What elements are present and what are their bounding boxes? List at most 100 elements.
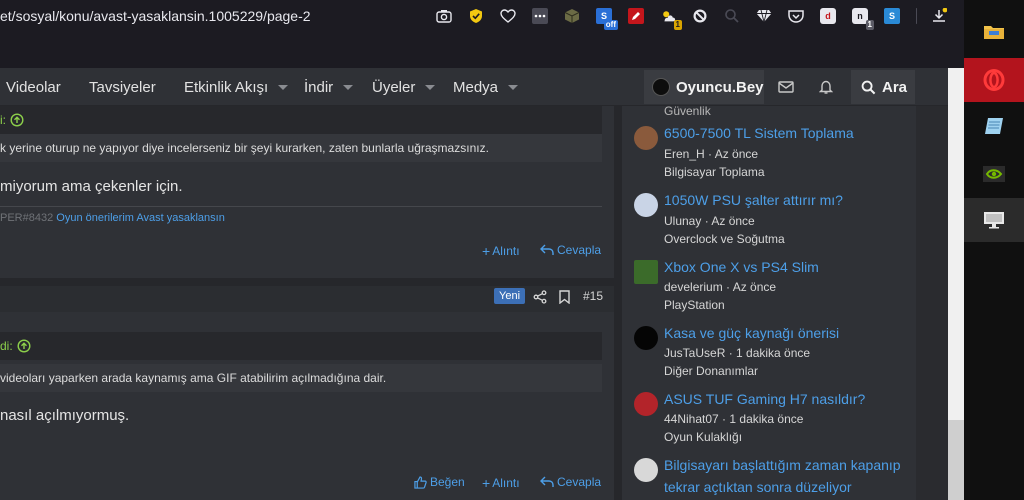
caret-down-icon bbox=[278, 84, 289, 90]
arrow-up-circle-icon[interactable] bbox=[17, 339, 31, 353]
quote-button[interactable]: + Alıntı bbox=[482, 243, 520, 259]
list-item: Kasa ve güç kaynağı önerisi JusTaUseR · … bbox=[630, 324, 920, 384]
address-bar-url[interactable]: et/sosyal/konu/avast-yasaklansin.1005229… bbox=[0, 8, 311, 24]
pocket-icon[interactable] bbox=[788, 8, 804, 24]
thread-category[interactable]: Overclock ve Soğutma bbox=[664, 232, 785, 246]
screen: et/sosyal/konu/avast-yasaklansin.1005229… bbox=[0, 0, 1024, 500]
avatar[interactable] bbox=[634, 392, 658, 416]
search-label: Ara bbox=[882, 78, 908, 96]
signature: PER#8432 Oyun önerilerim Avast yasaklans… bbox=[0, 212, 225, 224]
alerts-button[interactable] bbox=[806, 70, 846, 104]
quote-author-suffix: i: bbox=[0, 113, 6, 127]
thread-meta: 44Nihat07 · 1 dakika önce bbox=[664, 412, 804, 426]
nvidia-icon bbox=[983, 166, 1005, 182]
sih-extension-icon[interactable]: S off bbox=[596, 8, 618, 30]
list-item: Bilgisayarı başlattığım zaman kapanıp te… bbox=[630, 456, 920, 500]
thread-author[interactable]: 44Nihat07 bbox=[664, 412, 719, 426]
n-extension-icon[interactable]: n 1 bbox=[852, 8, 874, 30]
taskbar-nvidia[interactable] bbox=[964, 152, 1024, 196]
post-number[interactable]: #15 bbox=[583, 289, 603, 303]
thread-category[interactable]: Oyun Kulaklığı bbox=[664, 430, 742, 444]
taskbar-opera[interactable] bbox=[964, 58, 1024, 102]
download-icon[interactable] bbox=[931, 8, 947, 24]
avatar[interactable] bbox=[634, 260, 658, 284]
bookmark-icon[interactable] bbox=[559, 290, 570, 304]
search-button[interactable]: Ara bbox=[851, 70, 915, 104]
nav-item-uyeler[interactable]: Üyeler bbox=[372, 68, 436, 106]
thread-meta: Eren_H · Az önce bbox=[664, 147, 759, 161]
signature-link-oyun-onerilerim[interactable]: Oyun önerilerim bbox=[56, 212, 134, 224]
nav-label: Üyeler bbox=[372, 78, 416, 96]
nav-label: Etkinlik Akışı bbox=[184, 78, 269, 96]
thread-title-link[interactable]: ASUS TUF Gaming H7 nasıldır? bbox=[664, 390, 865, 408]
search-icon bbox=[861, 80, 876, 94]
thread-author[interactable]: JusTaUseR bbox=[664, 346, 725, 360]
reply-icon bbox=[540, 244, 554, 255]
thread-title-link[interactable]: Bilgisayarı başlattığım zaman kapanıp bbox=[664, 456, 901, 474]
caret-down-icon bbox=[425, 84, 436, 90]
share-icon[interactable] bbox=[533, 290, 547, 304]
pen-icon[interactable] bbox=[628, 8, 644, 24]
nav-item-medya[interactable]: Medya bbox=[453, 68, 519, 106]
scrollbar-thumb[interactable] bbox=[948, 420, 964, 500]
s-extension-icon[interactable]: S bbox=[884, 8, 900, 24]
thread-category[interactable]: Bilgisayar Toplama bbox=[664, 165, 765, 179]
thread-author[interactable]: develerium bbox=[664, 280, 723, 294]
shield-check-icon[interactable] bbox=[468, 8, 484, 24]
diamond-icon[interactable] bbox=[756, 8, 772, 24]
screenshot-icon[interactable] bbox=[436, 8, 452, 24]
list-item: ASUS TUF Gaming H7 nasıldır? 44Nihat07 ·… bbox=[630, 390, 920, 450]
new-badge: Yeni bbox=[494, 288, 526, 304]
heart-icon[interactable] bbox=[500, 8, 516, 24]
thread-category[interactable]: PlayStation bbox=[664, 298, 725, 312]
thread-category[interactable]: Diğer Donanımlar bbox=[664, 364, 758, 378]
nav-item-etkinlik-akisi[interactable]: Etkinlik Akışı bbox=[184, 68, 289, 106]
divider-icon bbox=[916, 8, 917, 24]
quote-button[interactable]: + Alıntı bbox=[482, 475, 520, 491]
user-menu[interactable]: Oyuncu.Bey bbox=[644, 70, 764, 104]
username: Oyuncu.Bey bbox=[676, 78, 764, 96]
block-icon[interactable] bbox=[692, 8, 708, 24]
folder-icon bbox=[984, 26, 1004, 39]
thread-title-link[interactable]: Kasa ve güç kaynağı önerisi bbox=[664, 324, 839, 342]
quote-body: videoları yaparken arada kaynamış ama GI… bbox=[0, 364, 602, 392]
like-button[interactable]: Beğen bbox=[414, 475, 465, 489]
inbox-button[interactable] bbox=[766, 70, 806, 104]
monitor-icon bbox=[984, 212, 1004, 229]
browser-toolbar: et/sosyal/konu/avast-yasaklansin.1005229… bbox=[0, 0, 977, 68]
signature-link-avast-yasaklansin[interactable]: Avast yasaklansın bbox=[136, 212, 224, 224]
sih-badge: off bbox=[603, 20, 618, 30]
avatar[interactable] bbox=[634, 126, 658, 150]
nav-label: Medya bbox=[453, 78, 499, 96]
taskbar-file-explorer[interactable] bbox=[964, 10, 1024, 54]
quote-header[interactable]: i: bbox=[0, 106, 602, 134]
thread-author[interactable]: Eren_H bbox=[664, 147, 705, 161]
thread-posts: i: k yerine oturup ne yapıyor diye incel… bbox=[0, 106, 614, 500]
quote-label: Alıntı bbox=[492, 244, 520, 258]
package-icon[interactable] bbox=[564, 8, 580, 24]
nav-item-indir[interactable]: İndir bbox=[304, 68, 354, 106]
thread-author[interactable]: Ulunay bbox=[664, 214, 701, 228]
avatar[interactable] bbox=[634, 193, 658, 217]
thread-title-link[interactable]: 1050W PSU şalter attırır mı? bbox=[664, 191, 843, 209]
caret-down-icon bbox=[343, 84, 354, 90]
avatar[interactable] bbox=[634, 326, 658, 350]
thread-title-link[interactable]: 6500-7500 TL Sistem Toplama bbox=[664, 124, 854, 142]
arrow-up-circle-icon[interactable] bbox=[10, 113, 24, 127]
nav-item-videolar[interactable]: Videolar bbox=[6, 68, 61, 106]
taskbar-monitor[interactable] bbox=[964, 198, 1024, 242]
search-dim-icon[interactable] bbox=[724, 8, 740, 24]
reply-button[interactable]: Cevapla bbox=[540, 475, 601, 489]
avatar[interactable] bbox=[634, 458, 658, 482]
nav-item-tavsiyeler[interactable]: Tavsiyeler bbox=[89, 68, 156, 106]
thread-title-link-continued[interactable]: tekrar açtıktan sonra düzeliyor bbox=[664, 478, 852, 496]
weather-icon[interactable]: 1 bbox=[660, 8, 682, 30]
thread-time: Az önce bbox=[714, 147, 759, 161]
d-extension-icon[interactable]: d bbox=[820, 8, 836, 24]
quote-header[interactable]: di: bbox=[0, 332, 602, 360]
reply-button[interactable]: Cevapla bbox=[540, 243, 601, 257]
thread-title-link[interactable]: Xbox One X vs PS4 Slim bbox=[664, 258, 819, 276]
nav-label: Videolar bbox=[6, 78, 61, 96]
taskbar-notepad[interactable] bbox=[964, 104, 1024, 148]
more-extensions-icon[interactable] bbox=[532, 8, 548, 24]
